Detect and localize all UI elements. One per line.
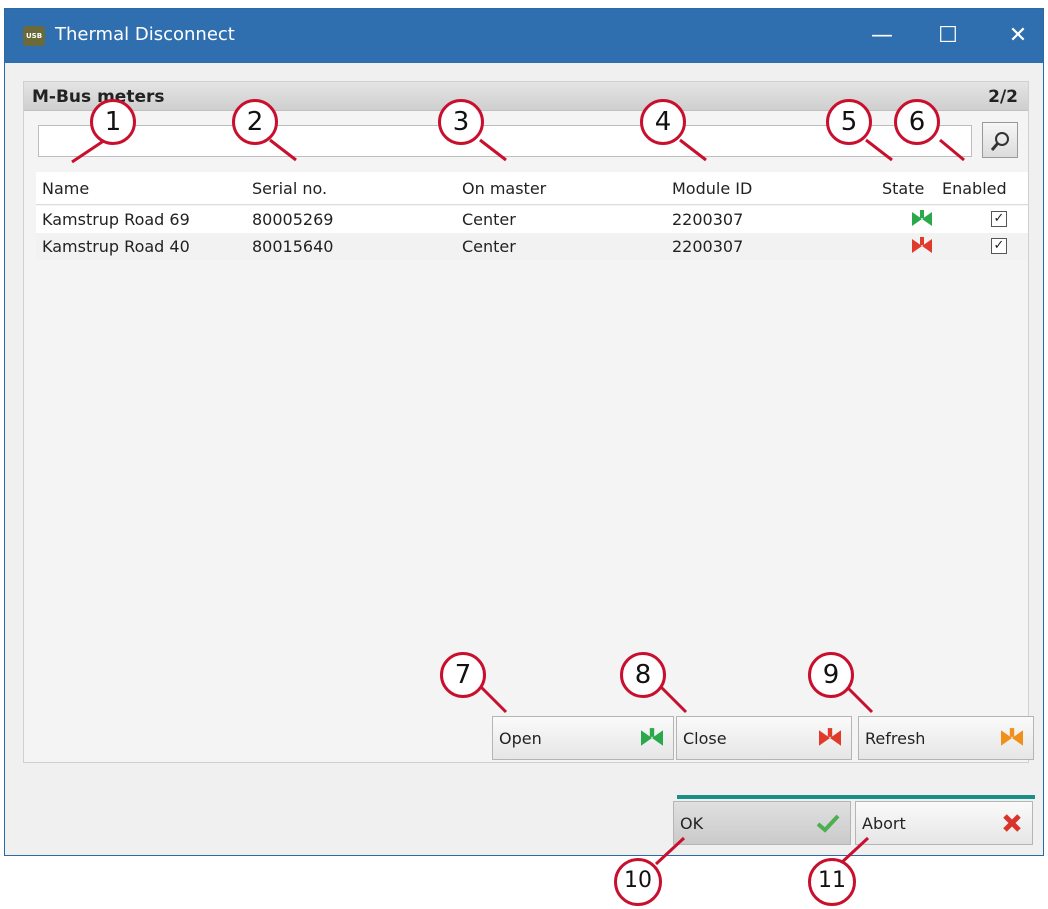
ok-button[interactable]: OK <box>673 801 851 845</box>
table-header: Name Serial no. On master Module ID Stat… <box>36 172 1028 205</box>
valve-open-icon <box>912 210 932 226</box>
valve-closed-icon <box>912 237 932 253</box>
callout-5: 5 <box>826 99 872 145</box>
minimize-button[interactable]: — <box>859 9 905 63</box>
valve-refresh-icon <box>1001 728 1023 746</box>
callout-6: 6 <box>894 99 940 145</box>
refresh-button-label: Refresh <box>865 729 926 748</box>
search-icon <box>990 132 1009 151</box>
cell-module: 2200307 <box>672 210 744 229</box>
column-enabled[interactable]: Enabled <box>942 179 1007 198</box>
column-master[interactable]: On master <box>462 179 546 198</box>
column-serial[interactable]: Serial no. <box>252 179 327 198</box>
panel-count: 2/2 <box>988 87 1018 107</box>
callout-4: 4 <box>640 99 686 145</box>
cell-name: Kamstrup Road 40 <box>42 237 190 256</box>
abort-x-icon <box>1003 814 1021 832</box>
search-button[interactable] <box>982 122 1018 158</box>
cell-master: Center <box>462 237 516 256</box>
callout-1: 1 <box>90 99 136 145</box>
app-icon: USB <box>23 26 45 46</box>
column-state[interactable]: State <box>882 179 924 198</box>
callout-10: 10 <box>614 858 662 906</box>
close-button-label: Close <box>683 729 727 748</box>
table-row[interactable]: Kamstrup Road 69 80005269 Center 2200307… <box>36 206 1028 233</box>
table-row[interactable]: Kamstrup Road 40 80015640 Center 2200307… <box>36 233 1028 260</box>
close-window-button[interactable]: ✕ <box>995 9 1041 63</box>
cell-master: Center <box>462 210 516 229</box>
enabled-checkbox[interactable]: ✓ <box>991 211 1007 227</box>
cell-name: Kamstrup Road 69 <box>42 210 190 229</box>
cell-module: 2200307 <box>672 237 744 256</box>
cell-serial: 80015640 <box>252 237 334 256</box>
valve-open-icon <box>641 728 663 746</box>
valve-closed-icon <box>819 728 841 746</box>
callout-8: 8 <box>620 652 666 698</box>
meters-panel: M-Bus meters 2/2 Name Serial no. On mast… <box>23 81 1034 763</box>
ok-button-label: OK <box>680 814 704 833</box>
checkmark-icon <box>816 814 840 833</box>
column-name[interactable]: Name <box>42 179 89 198</box>
cell-serial: 80005269 <box>252 210 334 229</box>
callout-11: 11 <box>808 858 856 906</box>
maximize-button[interactable]: ☐ <box>925 9 971 63</box>
dialog-window: USB Thermal Disconnect — ☐ ✕ M-Bus meter… <box>4 8 1044 856</box>
close-button[interactable]: Close <box>676 716 852 760</box>
accent-bar <box>677 795 1035 799</box>
callout-7: 7 <box>440 652 486 698</box>
open-button[interactable]: Open <box>492 716 674 760</box>
refresh-button[interactable]: Refresh <box>858 716 1034 760</box>
panel-header: M-Bus meters 2/2 <box>24 82 1028 111</box>
column-module[interactable]: Module ID <box>672 179 752 198</box>
callout-3: 3 <box>438 99 484 145</box>
window-title: Thermal Disconnect <box>55 24 235 45</box>
callout-9: 9 <box>808 652 854 698</box>
abort-button-label: Abort <box>862 814 906 833</box>
abort-button[interactable]: Abort <box>855 801 1033 845</box>
open-button-label: Open <box>499 729 542 748</box>
enabled-checkbox[interactable]: ✓ <box>991 238 1007 254</box>
title-bar[interactable]: USB Thermal Disconnect — ☐ ✕ <box>5 9 1043 63</box>
callout-2: 2 <box>232 99 278 145</box>
